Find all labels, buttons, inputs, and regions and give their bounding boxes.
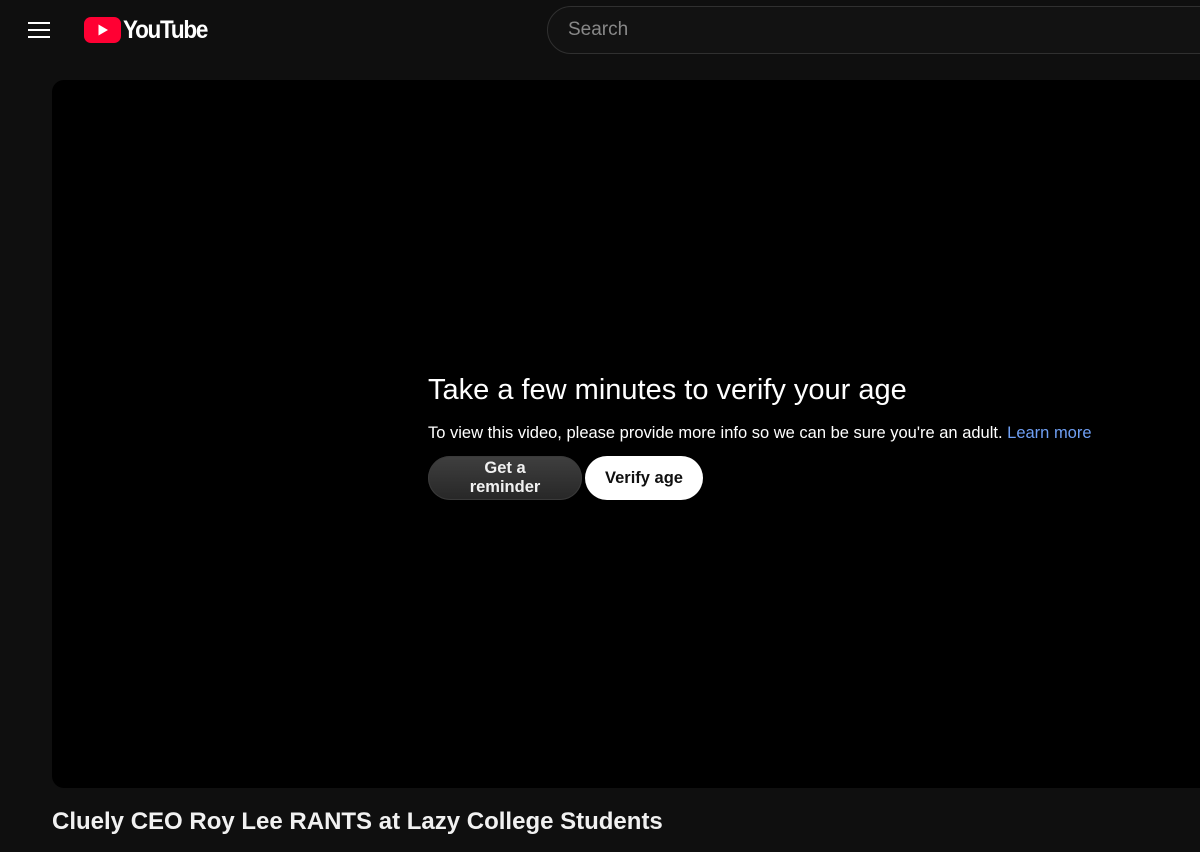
search-input[interactable] xyxy=(548,7,1200,53)
age-verification-panel: Take a few minutes to verify your age To… xyxy=(428,372,1188,500)
verify-age-button[interactable]: Verify age xyxy=(585,456,703,500)
youtube-logo[interactable]: YouTube xyxy=(84,15,216,44)
hamburger-menu-icon xyxy=(28,22,50,38)
logo-wordmark: YouTube xyxy=(123,15,208,44)
get-reminder-button[interactable]: Get a reminder xyxy=(428,456,582,500)
search-box xyxy=(547,6,1200,54)
learn-more-link[interactable]: Learn more xyxy=(1007,424,1091,442)
age-gate-description: To view this video, please provide more … xyxy=(428,422,1188,444)
age-gate-title: Take a few minutes to verify your age xyxy=(428,374,907,406)
age-gate-actions: Get a reminder Verify age xyxy=(428,456,1188,500)
youtube-logo-icon xyxy=(84,17,121,43)
video-title: Cluely CEO Roy Lee RANTS at Lazy College… xyxy=(52,808,663,835)
age-gate-description-text: To view this video, please provide more … xyxy=(428,424,1003,442)
menu-button[interactable] xyxy=(18,9,60,51)
video-player[interactable]: Take a few minutes to verify your age To… xyxy=(52,80,1200,788)
top-bar: YouTube xyxy=(0,0,1200,60)
